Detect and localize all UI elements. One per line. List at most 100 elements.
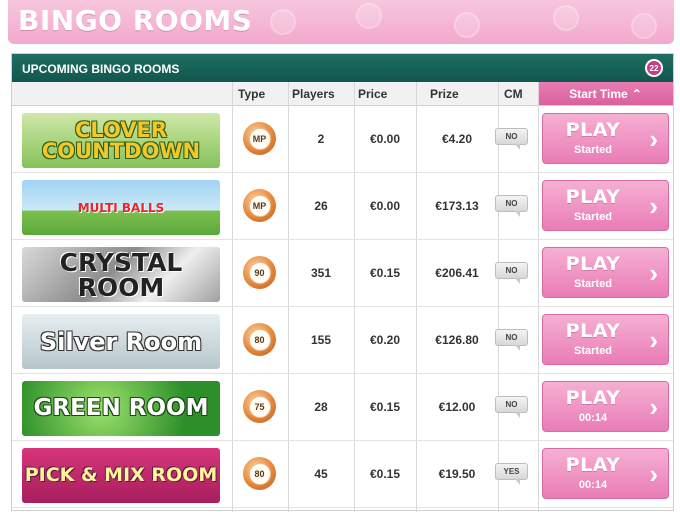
players-count: 26 (314, 199, 328, 213)
column-header-players[interactable]: Players (288, 82, 354, 106)
table-row: PICK & MIX ROOM 80 45 €0.15 €19.50 YES P… (12, 441, 673, 508)
prize-amount: €206.41 (435, 266, 479, 280)
column-header-prize[interactable]: Prize (416, 82, 498, 106)
panel-title-bar: UPCOMING BINGO ROOMS 22 (12, 54, 673, 82)
cm-badge: NO (495, 396, 528, 418)
page-header: BINGO ROOMS (8, 0, 674, 44)
room-type-label: 80 (248, 462, 271, 485)
play-button[interactable]: PLAY 00:14 › (542, 381, 669, 432)
prize-amount: €19.50 (438, 467, 476, 481)
decorative-ball-icon (631, 13, 657, 39)
prize-amount: €12.00 (438, 400, 476, 414)
decorative-ball-icon (454, 12, 480, 38)
room-type-label: MP (248, 127, 271, 150)
panel-title: UPCOMING BINGO ROOMS (22, 62, 180, 76)
column-header-cm[interactable]: CM (498, 82, 538, 106)
room-type-label: 90 (248, 261, 271, 284)
players-count: 351 (310, 266, 332, 280)
bingo-rooms-panel: UPCOMING BINGO ROOMS 22 Type Players Pri… (11, 53, 674, 512)
ticket-price: €0.00 (369, 132, 401, 146)
sort-ascending-icon: ⌃ (631, 86, 642, 101)
cm-badge: NO (495, 128, 528, 150)
table-row: Silver Room 80 155 €0.20 €126.80 NO PLAY… (12, 307, 673, 374)
cm-badge: NO (495, 329, 528, 351)
room-thumbnail-crystal-room[interactable]: CRYSTAL ROOM (22, 247, 220, 302)
play-label: PLAY (565, 253, 621, 275)
room-type-label: MP (248, 194, 271, 217)
room-name: Silver Room (39, 327, 203, 356)
players-count: 28 (314, 400, 328, 414)
column-header-start-time[interactable]: Start Time ⌃ (538, 82, 673, 106)
play-button[interactable]: PLAY Started › (542, 314, 669, 365)
room-type-label: 80 (248, 328, 271, 351)
column-header-start-time-label: Start Time (569, 86, 628, 101)
chevron-right-icon: › (649, 392, 658, 422)
ticket-price: €0.20 (369, 333, 401, 347)
column-header-type[interactable]: Type (232, 82, 288, 106)
ticket-price: €0.00 (369, 199, 401, 213)
ticket-price: €0.15 (369, 467, 401, 481)
chevron-right-icon: › (649, 325, 658, 355)
column-header-price[interactable]: Price (354, 82, 416, 106)
column-header-players-label: Players (292, 86, 335, 101)
room-type-ball-icon: 80 (243, 323, 276, 356)
room-thumbnail-clover-countdown[interactable]: CLOVER COUNTDOWN (22, 113, 220, 168)
room-thumbnail-green-room[interactable]: GREEN ROOM (22, 381, 220, 436)
play-button[interactable]: PLAY 00:14 › (542, 448, 669, 499)
bingo-ball-icon[interactable]: 22 (645, 59, 663, 77)
play-label: PLAY (565, 119, 621, 141)
play-label: PLAY (565, 454, 621, 476)
cm-badge: NO (495, 195, 528, 217)
play-button[interactable]: PLAY Started › (542, 113, 669, 164)
room-type-ball-icon: 90 (243, 256, 276, 289)
table-row: GREEN ROOM 75 28 €0.15 €12.00 NO PLAY 00… (12, 374, 673, 441)
players-count: 2 (317, 132, 325, 146)
play-label: PLAY (565, 186, 621, 208)
column-header-room (12, 82, 232, 106)
countdown-timer: 00:14 (578, 412, 608, 424)
chevron-right-icon: › (649, 258, 658, 288)
room-thumbnail-silver-room[interactable]: Silver Room (22, 314, 220, 369)
prize-amount: €4.20 (441, 132, 473, 146)
room-type-ball-icon: MP (243, 189, 276, 222)
players-count: 155 (310, 333, 332, 347)
table-row: CRYSTAL ROOM 90 351 €0.15 €206.41 NO PLA… (12, 240, 673, 307)
table-row: MULTI BALLS MP 26 €0.00 €173.13 NO PLAY … (12, 173, 673, 240)
chevron-right-icon: › (649, 459, 658, 489)
room-name: PICK & MIX ROOM (24, 464, 218, 486)
start-status: Started (574, 144, 612, 156)
decorative-ball-icon (553, 5, 579, 31)
start-status: Started (574, 345, 612, 357)
ticket-price: €0.15 (369, 400, 401, 414)
play-label: PLAY (565, 387, 621, 409)
room-name: CLOVER COUNTDOWN (41, 117, 201, 163)
room-thumbnail-multi-balls[interactable]: MULTI BALLS (22, 180, 220, 235)
prize-amount: €173.13 (435, 199, 479, 213)
prize-amount: €126.80 (435, 333, 479, 347)
column-header-prize-label: Prize (430, 86, 459, 101)
room-name: GREEN ROOM (33, 395, 209, 421)
chevron-right-icon: › (649, 124, 658, 154)
room-type-ball-icon: 75 (243, 390, 276, 423)
column-header-price-label: Price (358, 86, 388, 101)
table-row: CLOVER COUNTDOWN MP 2 €0.00 €4.20 NO PLA… (12, 106, 673, 173)
decorative-ball-icon (356, 3, 382, 29)
players-count: 45 (314, 467, 328, 481)
room-name: CRYSTAL ROOM (59, 247, 183, 302)
start-status: Started (574, 278, 612, 290)
chevron-right-icon: › (649, 191, 658, 221)
page-title: BINGO ROOMS (18, 4, 253, 37)
room-type-ball-icon: MP (243, 122, 276, 155)
start-status: Started (574, 211, 612, 223)
room-name: MULTI BALLS (77, 200, 165, 215)
countdown-timer: 00:14 (578, 479, 608, 491)
cm-badge: YES (495, 463, 528, 485)
play-label: PLAY (565, 320, 621, 342)
play-button[interactable]: PLAY Started › (542, 180, 669, 231)
column-header-type-label: Type (238, 86, 266, 101)
decorative-ball-icon (270, 9, 296, 35)
play-button[interactable]: PLAY Started › (542, 247, 669, 298)
room-thumbnail-pick-and-mix-room[interactable]: PICK & MIX ROOM (22, 448, 220, 503)
column-header-cm-label: CM (504, 86, 523, 101)
ticket-price: €0.15 (369, 266, 401, 280)
